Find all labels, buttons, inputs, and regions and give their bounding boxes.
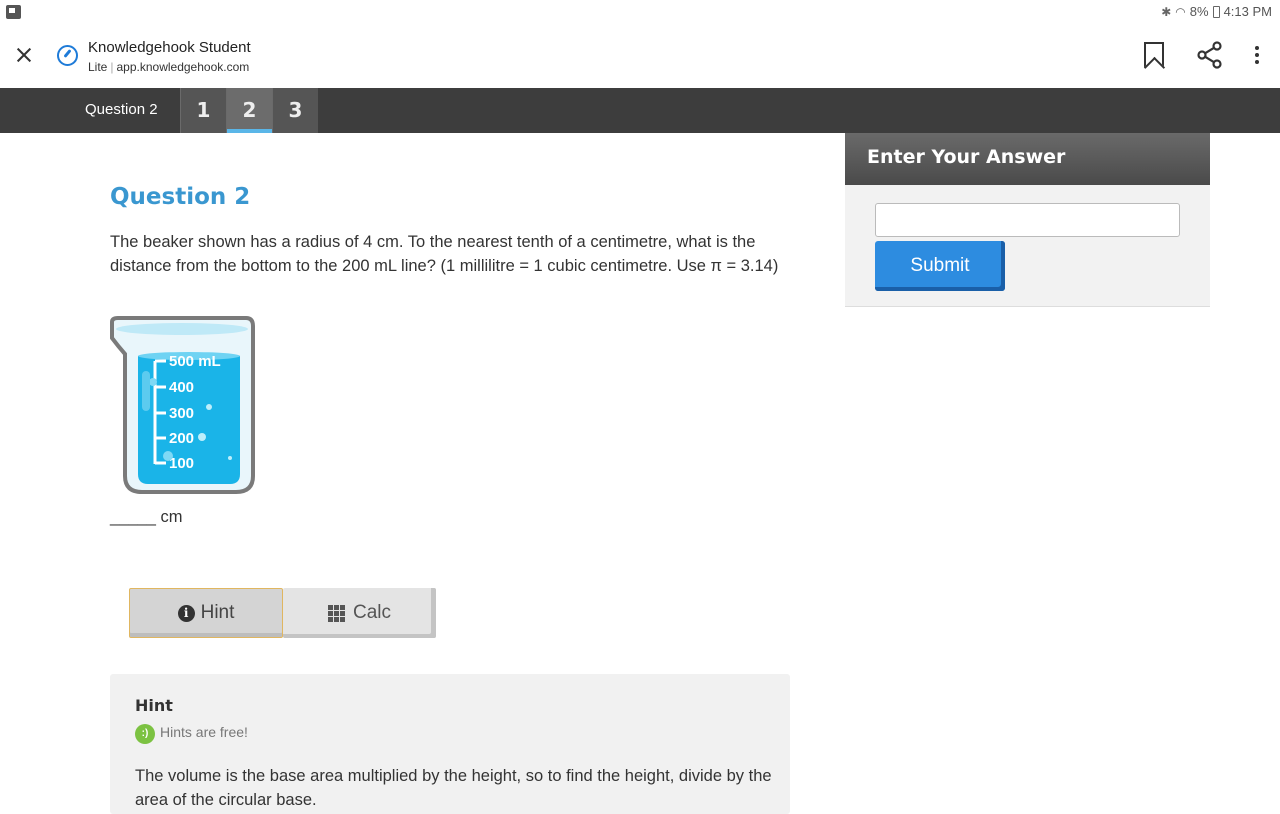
bluetooth-icon: ✱ [1161,4,1172,19]
lite-mode-icon[interactable] [57,45,78,66]
question-text: The beaker shown has a radius of 4 cm. T… [110,233,779,275]
beaker-image: 500 mL 400 300 200 100 [110,316,255,494]
hint-button[interactable]: i Hint [129,588,283,638]
hint-body: The volume is the base area multiplied b… [135,767,772,809]
hint-free-note: Hints are free! [160,724,248,740]
answer-input[interactable] [875,203,1180,237]
grid-icon [327,604,345,622]
beaker-label-400: 400 [169,379,194,396]
beaker-label-500: 500 mL [169,353,221,370]
hint-heading: Hint [135,696,173,715]
share-icon[interactable] [1196,41,1224,69]
calc-button[interactable]: Calc [283,588,436,638]
beaker-label-100: 100 [169,455,194,472]
tab-question-1[interactable]: 1 [180,88,226,133]
answer-unit-line: _____ cm [110,508,183,526]
status-bar: ✱ ◠ 8% 4:13 PM [0,0,1280,24]
beaker-label-300: 300 [169,405,194,422]
hint-panel: Hint :) Hints are free! The volume is th… [110,674,790,814]
calc-button-label: Calc [352,602,391,623]
info-icon: i [177,604,195,622]
clock: 4:13 PM [1223,4,1272,19]
smile-icon: :) [135,724,155,744]
question-nav: Question 2 1 2 3 [0,88,1280,133]
tab-question-2[interactable]: 2 [226,88,272,133]
site-url: app.knowledgehook.com [116,60,250,74]
answer-panel-header: Enter Your Answer [845,133,1210,185]
site-title: Knowledgehook Student [88,39,251,56]
answer-panel-title: Enter Your Answer [867,146,1066,168]
site-subtitle: Lite | app.knowledgehook.com [88,60,250,74]
battery-icon [1212,5,1220,18]
lite-label: Lite [88,60,108,74]
battery-percent: 8% [1189,4,1209,19]
beaker-label-200: 200 [169,430,194,447]
more-vert-icon[interactable] [1248,43,1266,67]
status-bar-right: ✱ ◠ 8% 4:13 PM [1161,4,1272,19]
close-icon[interactable] [12,43,36,67]
question-title: Question 2 [110,184,251,210]
help-button-group: i Hint Calc [129,588,436,638]
tab-question-3[interactable]: 3 [272,88,318,133]
hint-button-label: Hint [200,602,235,623]
question-nav-label: Question 2 [85,101,158,118]
bookmark-icon[interactable] [1144,42,1164,68]
browser-toolbar: Knowledgehook Student Lite | app.knowledge… [0,24,1280,88]
submit-button[interactable]: Submit [875,241,1005,291]
wifi-icon: ◠ [1175,4,1186,19]
answer-panel: Enter Your Answer Submit [845,133,1210,307]
app-notification-icon [6,5,21,19]
